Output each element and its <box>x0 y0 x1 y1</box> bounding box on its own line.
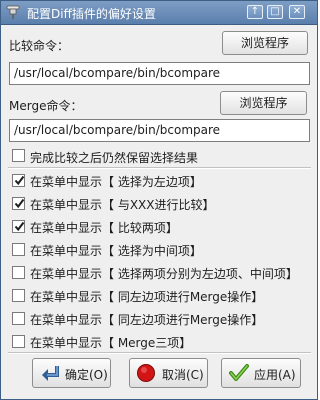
maximize-button[interactable]: □ <box>267 5 283 19</box>
show-merge-with-left-2-checkbox[interactable] <box>12 312 25 325</box>
checkmark-icon <box>14 221 25 232</box>
show-merge-with-left-2-label: 在菜单中显示【 同左边项进行Merge操作】 <box>30 313 264 327</box>
preferences-dialog: 配置Diff插件的偏好设置 ↑ □ ✕ 比较命令： 浏览程序 /usr/loca… <box>0 0 318 400</box>
show-select-middle-checkbox[interactable] <box>12 243 25 256</box>
show-select-middle-label: 在菜单中显示【 选择为中间项】 <box>30 244 202 258</box>
merge-command-input[interactable]: /usr/local/bcompare/bin/bcompare <box>9 119 310 142</box>
show-merge-with-left-checkbox[interactable] <box>12 289 25 302</box>
close-button[interactable]: ✕ <box>289 5 305 19</box>
window-title: 配置Diff插件的偏好设置 <box>27 7 156 21</box>
cancel-button[interactable]: 取消(C) <box>129 358 208 388</box>
show-merge-three-checkbox[interactable] <box>12 335 25 348</box>
merge-browse-button[interactable]: 浏览程序 <box>220 91 307 115</box>
keep-selection-checkbox[interactable] <box>12 149 25 162</box>
separator <box>8 352 311 354</box>
apply-button-label: 应用(A) <box>254 368 296 382</box>
ok-button[interactable]: 确定(O) <box>32 358 111 388</box>
show-compare-two-checkbox[interactable] <box>12 220 25 233</box>
show-compare-with-label: 在菜单中显示【 与XXX进行比较】 <box>30 198 215 212</box>
compare-command-label: 比较命令： <box>9 39 70 53</box>
compare-browse-button[interactable]: 浏览程序 <box>222 31 308 55</box>
show-select-left-middle-label: 在菜单中显示【 选择两项分别为左边项、中间项】 <box>30 267 298 281</box>
checkmark-icon <box>14 198 25 209</box>
ok-button-label: 确定(O) <box>65 368 108 382</box>
show-select-left-label: 在菜单中显示【 选择为左边项】 <box>30 175 202 189</box>
show-compare-two-label: 在菜单中显示【 比较两项】 <box>30 221 178 235</box>
cancel-button-label: 取消(C) <box>162 368 204 382</box>
checkmark-icon <box>14 175 25 186</box>
show-select-left-middle-checkbox[interactable] <box>12 266 25 279</box>
show-merge-with-left-label: 在菜单中显示【 同左边项进行Merge操作】 <box>30 290 264 304</box>
show-select-left-checkbox[interactable] <box>12 174 25 187</box>
stop-icon <box>137 364 155 382</box>
show-merge-three-label: 在菜单中显示【 Merge三项】 <box>30 336 192 350</box>
pin-app-icon <box>6 5 20 19</box>
enter-arrow-icon <box>42 366 59 381</box>
title-bar[interactable]: 配置Diff插件的偏好设置 ↑ □ ✕ <box>1 1 317 25</box>
compare-command-input[interactable]: /usr/local/bcompare/bin/bcompare <box>9 62 310 85</box>
shade-button[interactable]: ↑ <box>247 5 263 19</box>
merge-command-label: Merge命令： <box>9 99 83 113</box>
separator <box>8 167 311 169</box>
show-compare-with-checkbox[interactable] <box>12 197 25 210</box>
checkmark-icon <box>229 364 249 381</box>
keep-selection-label: 完成比较之后仍然保留选择结果 <box>30 151 199 165</box>
apply-button[interactable]: 应用(A) <box>221 358 301 388</box>
